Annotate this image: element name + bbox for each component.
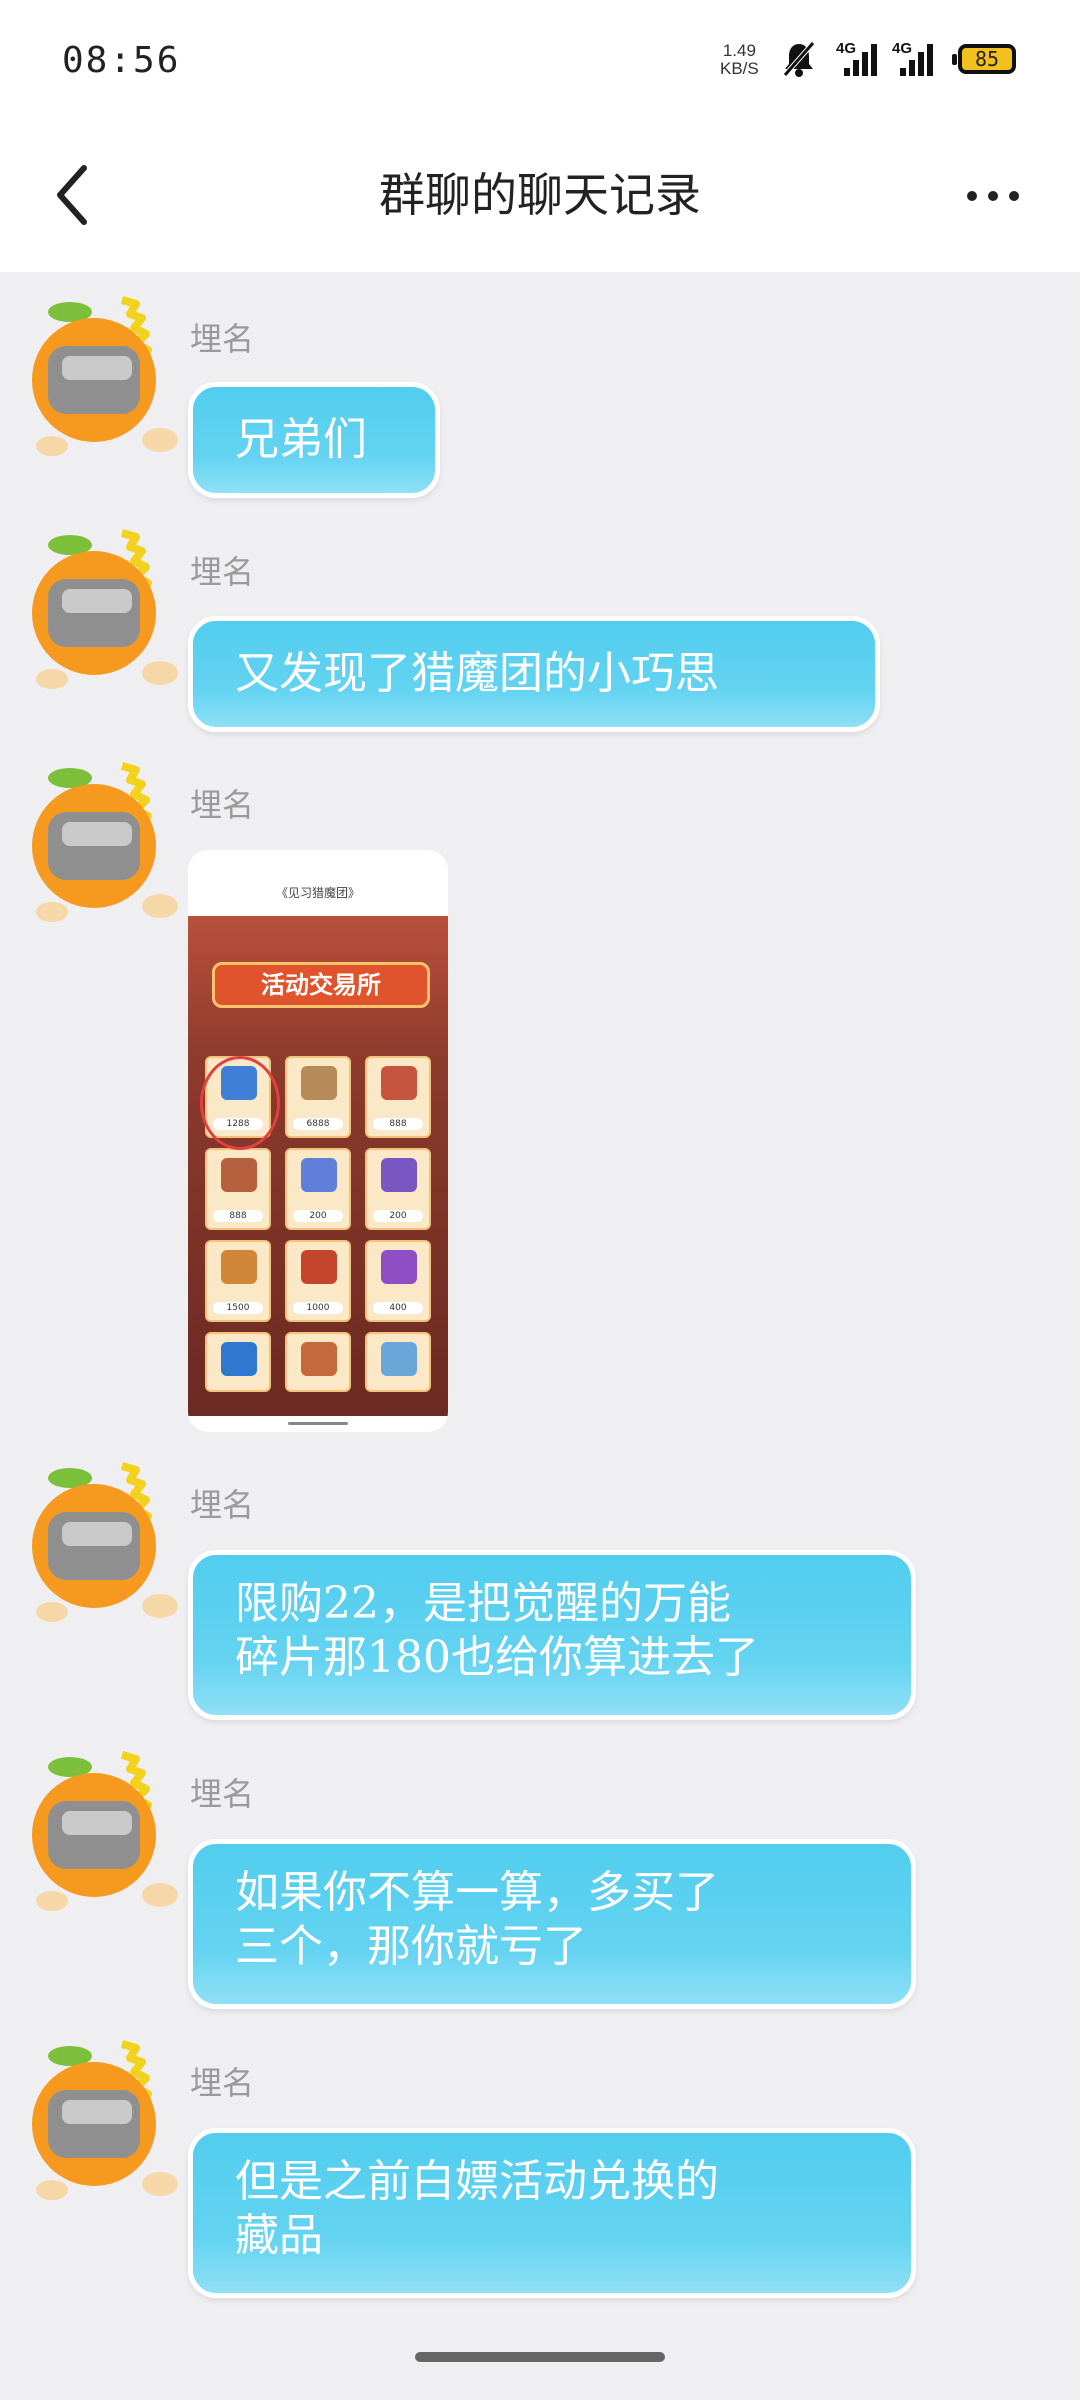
avatar-icon[interactable]	[22, 2034, 178, 2204]
message-bubble[interactable]: 但是之前白嫖活动兑换的 藏品	[188, 2128, 916, 2298]
message-text: 限购22，是把觉醒的万能 碎片那180也给你算进去了	[235, 1578, 759, 1683]
network-speed-value: 1.49	[722, 41, 756, 60]
item-price: 200	[293, 1210, 343, 1222]
battery-icon: 85	[952, 44, 1016, 74]
image-home-bar	[288, 1422, 348, 1425]
item-price: 6888	[293, 1118, 343, 1130]
item-card: 1000	[285, 1240, 351, 1322]
item-card: 200	[285, 1148, 351, 1230]
image-status-bar	[188, 850, 448, 910]
item-card: 200	[365, 1148, 431, 1230]
item-card: 888	[365, 1056, 431, 1138]
page-title: 群聊的聊天记录	[379, 168, 701, 222]
message-bubble[interactable]: 如果你不算一算，多买了 三个，那你就亏了	[188, 1839, 916, 2009]
item-card: 1500	[205, 1240, 271, 1322]
item-price: 888	[213, 1210, 263, 1222]
item-price: 200	[373, 1210, 423, 1222]
sender-name: 埋名	[190, 553, 255, 591]
more-options-icon[interactable]	[960, 176, 1030, 216]
message-bubble[interactable]: 又发现了猎魔团的小巧思	[188, 616, 880, 732]
message-bubble[interactable]: 兄弟们	[188, 382, 440, 498]
avatar-icon[interactable]	[22, 1745, 178, 1915]
shared-screenshot-image[interactable]: 《见习猎魔团》 活动交易所 1288 6888 888 888 200 200 …	[188, 850, 448, 1432]
item-price: 1000	[293, 1302, 343, 1314]
message-text: 又发现了猎魔团的小巧思	[235, 648, 719, 699]
home-gesture-bar[interactable]	[415, 2352, 665, 2362]
image-title: 《见习猎魔团》	[275, 886, 360, 900]
image-game-screen: 活动交易所 1288 6888 888 888 200 200 1500 100…	[188, 916, 448, 1416]
avatar-icon[interactable]	[22, 290, 178, 460]
item-card	[365, 1332, 431, 1392]
item-price: 400	[373, 1302, 423, 1314]
status-time: 08:56	[62, 40, 181, 81]
message-bubble[interactable]: 限购22，是把觉醒的万能 碎片那180也给你算进去了	[188, 1550, 916, 1720]
item-price: 888	[373, 1118, 423, 1130]
network-speed-unit: KB/S	[720, 59, 759, 78]
red-circle-highlight	[200, 1056, 280, 1150]
item-card	[285, 1332, 351, 1392]
message-text: 兄弟们	[235, 414, 367, 465]
status-bar: 08:56 1.49 KB/S 4G 4G 85	[0, 0, 1080, 130]
item-card: 400	[365, 1240, 431, 1322]
item-card	[205, 1332, 271, 1392]
mute-bell-icon	[783, 41, 815, 77]
item-card: 6888	[285, 1056, 351, 1138]
image-banner: 活动交易所	[212, 962, 430, 1008]
sender-name: 埋名	[190, 1775, 255, 1813]
avatar-icon[interactable]	[22, 1456, 178, 1626]
sender-name: 埋名	[190, 1486, 255, 1524]
item-price: 1500	[213, 1302, 263, 1314]
sender-name: 埋名	[190, 2064, 255, 2102]
message-text: 但是之前白嫖活动兑换的 藏品	[235, 2156, 719, 2261]
avatar-icon[interactable]	[22, 756, 178, 926]
item-card: 888	[205, 1148, 271, 1230]
sender-name: 埋名	[190, 320, 255, 358]
message-text: 如果你不算一算，多买了 三个，那你就亏了	[235, 1867, 719, 1972]
sender-name: 埋名	[190, 786, 255, 824]
network-speed: 1.49 KB/S	[720, 42, 759, 78]
avatar-icon[interactable]	[22, 523, 178, 693]
